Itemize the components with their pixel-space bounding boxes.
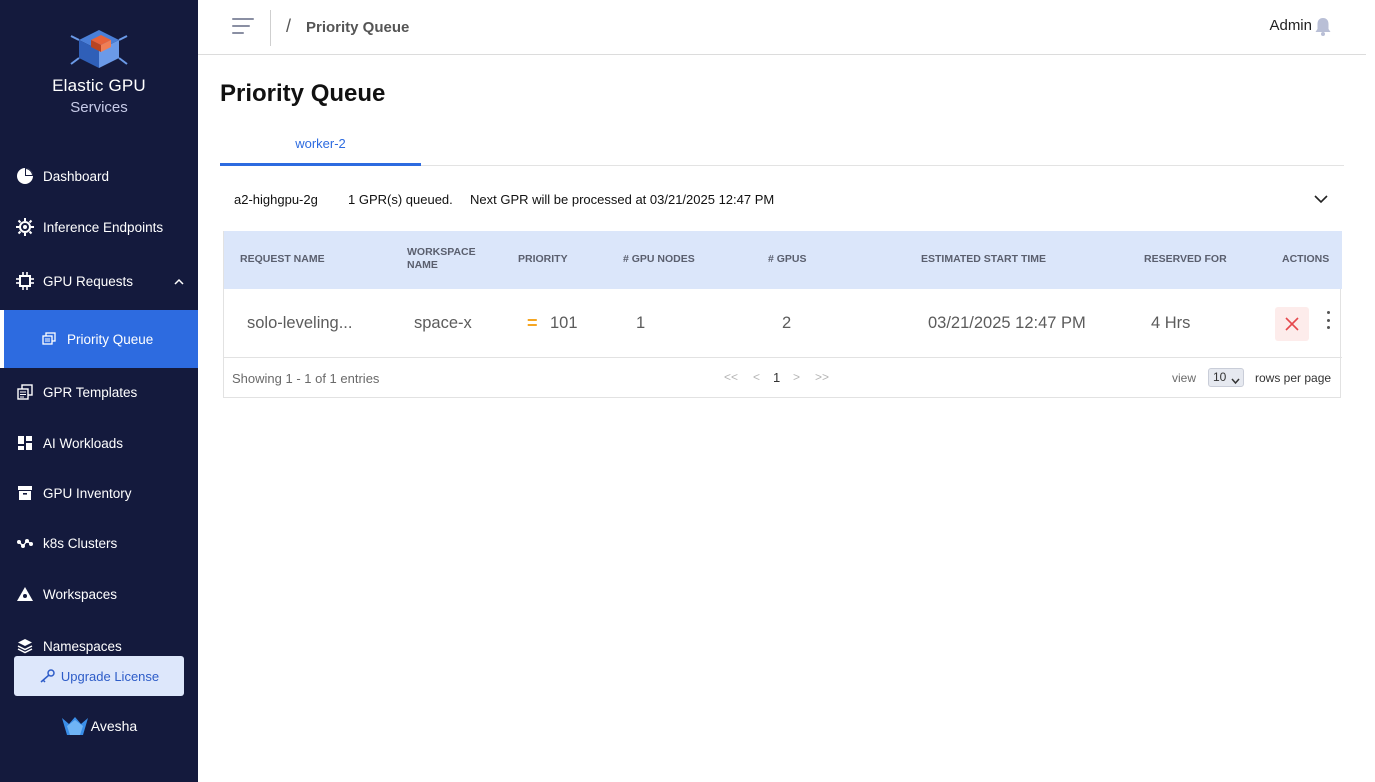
rows-per-page-value: 10 bbox=[1213, 370, 1227, 384]
brand-footer: Avesha bbox=[0, 716, 198, 736]
sidebar-item-gpu-inventory[interactable]: GPU Inventory bbox=[0, 473, 198, 513]
sidebar-item-label: GPU Requests bbox=[43, 273, 134, 289]
cluster-nodes-icon bbox=[16, 534, 34, 552]
table-row[interactable]: solo-leveling... space-x = 101 1 2 03/21… bbox=[224, 289, 1342, 358]
chip-icon bbox=[16, 272, 34, 290]
sidebar-item-label: Namespaces bbox=[43, 638, 122, 654]
gpu-cube-logo-icon bbox=[70, 30, 128, 68]
col-estimated-start-time: ESTIMATED START TIME bbox=[921, 253, 1047, 265]
rows-per-page-select[interactable]: 10 bbox=[1208, 368, 1244, 387]
logo-title: Elastic GPU bbox=[52, 76, 146, 95]
grid-icon bbox=[16, 434, 34, 452]
sidebar-item-k8s-clusters[interactable]: k8s Clusters bbox=[0, 523, 198, 563]
close-icon bbox=[1285, 317, 1299, 331]
col-gpus: # GPUS bbox=[768, 253, 807, 265]
next-processing: Next GPR will be processed at 03/21/2025… bbox=[470, 192, 775, 207]
sidebar-item-label: GPU Inventory bbox=[43, 485, 132, 501]
col-workspace-name: WORKSPACE NAME bbox=[407, 246, 476, 272]
entries-summary: Showing 1 - 1 of 1 entries bbox=[232, 371, 380, 386]
table-header: REQUEST NAME WORKSPACE NAME PRIORITY # G… bbox=[224, 231, 1342, 289]
sidebar-item-label: AI Workloads bbox=[43, 435, 124, 451]
breadcrumb[interactable]: Priority Queue bbox=[306, 19, 409, 36]
sidebar-item-label: Priority Queue bbox=[67, 331, 154, 347]
col-gpu-nodes: # GPU NODES bbox=[623, 253, 695, 265]
cell-estimated-start: 03/21/2025 12:47 PM bbox=[928, 314, 1086, 332]
chevron-up-icon[interactable] bbox=[174, 274, 184, 289]
template-icon bbox=[16, 383, 34, 401]
sidebar-item-label: k8s Clusters bbox=[43, 535, 118, 551]
rows-per-page-label: rows per page bbox=[1255, 371, 1332, 385]
workspace-icon bbox=[16, 585, 34, 603]
priority-equal-icon: = bbox=[527, 313, 538, 333]
bell-icon[interactable] bbox=[1314, 17, 1332, 41]
cell-gpu-nodes: 1 bbox=[636, 314, 646, 332]
cancel-request-button[interactable] bbox=[1275, 307, 1309, 341]
tab-bar: worker-2 bbox=[220, 130, 1344, 166]
sidebar-item-gpr-templates[interactable]: GPR Templates bbox=[0, 372, 198, 412]
chevron-down-icon[interactable] bbox=[1314, 192, 1328, 207]
col-workspace-line2: NAME bbox=[407, 259, 438, 271]
tab-worker-2[interactable]: worker-2 bbox=[220, 130, 421, 166]
sidebar-item-dashboard[interactable]: Dashboard bbox=[0, 156, 198, 196]
sidebar-item-ai-workloads[interactable]: AI Workloads bbox=[0, 423, 198, 463]
top-bar: / Priority Queue Admin bbox=[198, 0, 1366, 55]
cell-reserved-for: 4 Hrs bbox=[1151, 314, 1191, 332]
sidebar-item-label: Inference Endpoints bbox=[43, 219, 164, 235]
page-title: Priority Queue bbox=[220, 80, 386, 107]
key-icon bbox=[39, 669, 55, 683]
first-page-button[interactable]: << bbox=[724, 370, 738, 384]
view-label: view bbox=[1172, 371, 1197, 385]
avesha-crown-icon bbox=[61, 717, 88, 735]
breadcrumb-separator: / bbox=[286, 16, 292, 36]
sidebar-item-gpu-requests[interactable]: GPU Requests bbox=[0, 261, 198, 301]
pie-chart-icon bbox=[16, 167, 34, 185]
col-workspace-line1: WORKSPACE bbox=[407, 246, 476, 258]
queue-summary[interactable]: a2-highgpu-2g 1 GPR(s) queued. Next GPR … bbox=[220, 184, 1344, 216]
queued-count: 1 GPR(s) queued. bbox=[348, 192, 453, 207]
sidebar: Elastic GPU Services Dashboard Inference… bbox=[0, 0, 198, 782]
prev-page-button[interactable]: < bbox=[753, 370, 760, 384]
logo-subtitle: Services bbox=[70, 99, 128, 116]
sidebar-item-priority-queue[interactable]: Priority Queue bbox=[0, 310, 198, 368]
sidebar-item-workspaces[interactable]: Workspaces bbox=[0, 574, 198, 614]
col-request-name: REQUEST NAME bbox=[240, 253, 325, 265]
sidebar-item-inference-endpoints[interactable]: Inference Endpoints bbox=[0, 207, 198, 247]
current-page[interactable]: 1 bbox=[773, 370, 780, 385]
logo: Elastic GPU Services bbox=[0, 28, 198, 116]
brand-name: Avesha bbox=[90, 718, 138, 734]
priority-queue-table: REQUEST NAME WORKSPACE NAME PRIORITY # G… bbox=[223, 231, 1342, 398]
cell-workspace: space-x bbox=[414, 314, 472, 332]
user-menu[interactable]: Admin bbox=[1269, 17, 1312, 34]
stacked-pages-icon bbox=[40, 330, 58, 348]
cell-request-name[interactable]: solo-leveling... bbox=[247, 314, 352, 333]
menu-toggle-icon[interactable] bbox=[232, 18, 256, 38]
layers-icon bbox=[16, 637, 34, 655]
next-page-button[interactable]: > bbox=[793, 370, 800, 384]
sidebar-item-label: Dashboard bbox=[43, 168, 110, 184]
col-reserved-for: RESERVED FOR bbox=[1144, 253, 1227, 265]
sidebar-item-label: Workspaces bbox=[43, 586, 118, 602]
archive-box-icon bbox=[16, 484, 34, 502]
cell-priority: 101 bbox=[550, 314, 578, 332]
gear-chip-icon bbox=[16, 218, 34, 236]
cell-gpus: 2 bbox=[782, 314, 792, 332]
table-footer: Showing 1 - 1 of 1 entries << < 1 > >> v… bbox=[224, 358, 1342, 398]
more-options-icon[interactable] bbox=[1322, 311, 1334, 329]
last-page-button[interactable]: >> bbox=[815, 370, 829, 384]
upgrade-license-label: Upgrade License bbox=[60, 668, 160, 684]
col-actions: ACTIONS bbox=[1282, 253, 1330, 265]
divider bbox=[270, 10, 271, 46]
instance-type: a2-highgpu-2g bbox=[234, 192, 318, 207]
col-priority: PRIORITY bbox=[518, 253, 568, 265]
upgrade-license-button[interactable]: Upgrade License bbox=[14, 656, 184, 696]
chevron-down-icon bbox=[1231, 373, 1240, 390]
sidebar-item-label: GPR Templates bbox=[43, 384, 138, 400]
